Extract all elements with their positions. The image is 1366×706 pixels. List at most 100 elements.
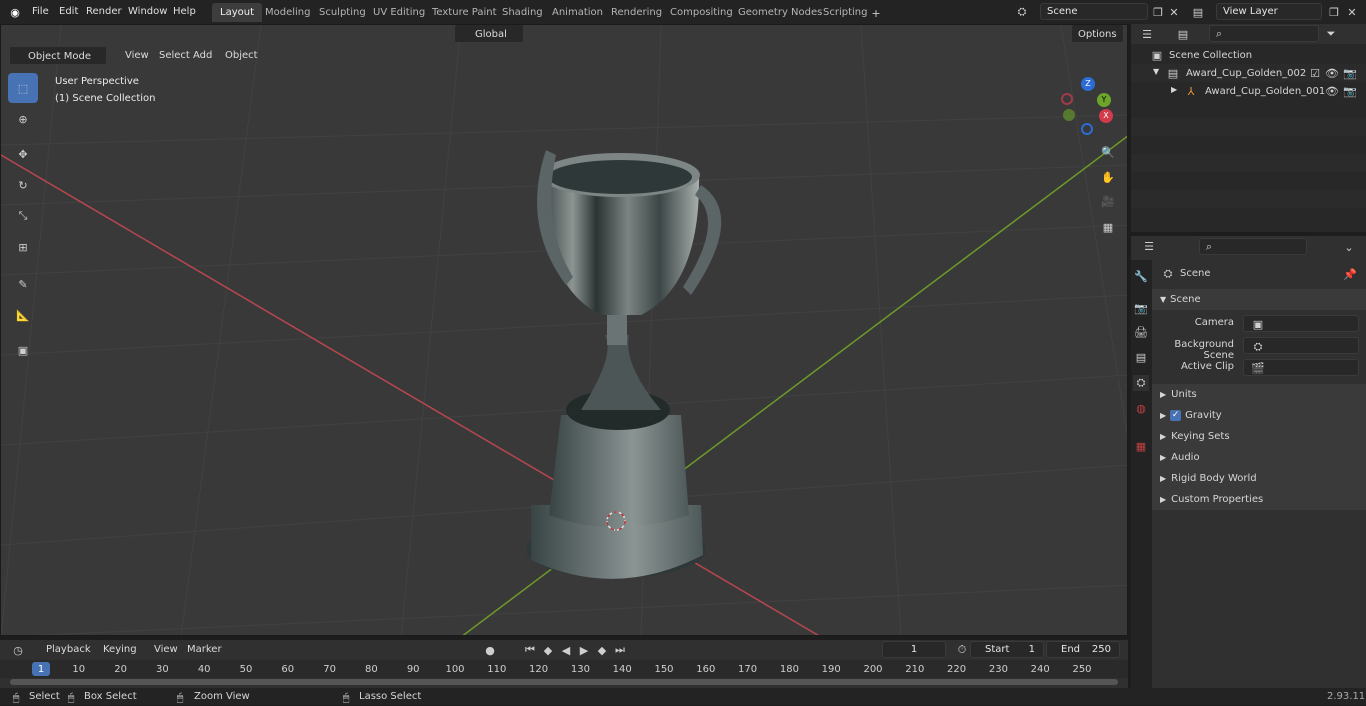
- gizmo-x-axis[interactable]: X: [1099, 109, 1113, 123]
- stopwatch-icon[interactable]: ⏱: [954, 642, 970, 658]
- view-layer-icon[interactable]: ▤: [1190, 4, 1206, 20]
- transform-orientation-dropdown[interactable]: Global: [454, 25, 524, 43]
- scene-selector-icon[interactable]: ⛭: [1014, 4, 1030, 20]
- next-keyframe-icon[interactable]: ◆: [594, 642, 610, 658]
- scale-tool[interactable]: ⤡: [8, 201, 38, 231]
- add-workspace-icon[interactable]: +: [868, 5, 884, 21]
- custom-properties-panel[interactable]: ▶ Custom Properties: [1152, 489, 1366, 510]
- zoom-icon[interactable]: 🔍: [1100, 144, 1116, 160]
- tool-tab-icon[interactable]: 🔧: [1133, 268, 1149, 284]
- 3d-viewport[interactable]: Object Mode View Select Add Object Globa…: [0, 24, 1128, 636]
- editor-type-icon[interactable]: ☰: [1139, 26, 1155, 42]
- playback-menu[interactable]: Playback: [40, 640, 97, 659]
- tab-rendering[interactable]: Rendering: [603, 3, 670, 22]
- eye-icon[interactable]: 👁: [1324, 83, 1340, 99]
- gizmo-z-axis[interactable]: Z: [1081, 77, 1095, 91]
- outliner-row[interactable]: ▼ ▤ Award_Cup_Golden_002 ☑ 👁 📷: [1131, 64, 1366, 82]
- object-mode-dropdown[interactable]: Object Mode: [9, 46, 107, 65]
- expand-arrow-icon[interactable]: ▶: [1171, 85, 1177, 94]
- add-cube-tool[interactable]: ▣: [8, 335, 38, 365]
- background-scene-field[interactable]: ⛭: [1243, 337, 1359, 354]
- chevron-down-icon[interactable]: ⌄: [1341, 239, 1357, 255]
- units-panel[interactable]: ▶ Units: [1152, 384, 1366, 405]
- scene-name-field[interactable]: Scene: [1040, 3, 1148, 20]
- tab-modeling[interactable]: Modeling: [257, 3, 319, 22]
- menu-window[interactable]: Window: [122, 3, 173, 21]
- current-frame-field[interactable]: 1: [882, 641, 946, 658]
- rotate-tool[interactable]: ↻: [8, 170, 38, 200]
- keying-sets-panel[interactable]: ▶ Keying Sets: [1152, 426, 1366, 447]
- gizmo-neg-y[interactable]: [1063, 109, 1075, 121]
- menu-render[interactable]: Render: [80, 3, 128, 21]
- cursor-tool[interactable]: ⊕: [8, 104, 38, 134]
- view-layer-field[interactable]: View Layer: [1216, 3, 1322, 20]
- scene-collection-label[interactable]: Scene Collection: [1169, 50, 1252, 61]
- tab-shading[interactable]: Shading: [494, 3, 551, 22]
- filter-icon[interactable]: ⏷: [1323, 26, 1339, 42]
- tab-animation[interactable]: Animation: [544, 3, 611, 22]
- move-tool[interactable]: ✥: [8, 139, 38, 169]
- new-view-layer-icon[interactable]: ❐: [1326, 4, 1342, 20]
- pin-icon[interactable]: 📌: [1342, 266, 1358, 282]
- display-mode-icon[interactable]: ▤: [1175, 26, 1191, 42]
- object-menu[interactable]: Object: [219, 46, 264, 65]
- texture-tab-icon[interactable]: ▦: [1133, 438, 1149, 454]
- options-dropdown[interactable]: Options: [1071, 25, 1124, 43]
- gravity-panel[interactable]: ▶ ✓ Gravity: [1152, 405, 1366, 426]
- audio-panel[interactable]: ▶ Audio: [1152, 447, 1366, 468]
- measure-tool[interactable]: 📐: [8, 300, 38, 330]
- pan-hand-icon[interactable]: ✋: [1100, 169, 1116, 185]
- tab-scripting[interactable]: Scripting: [815, 3, 875, 22]
- outliner-row[interactable]: ▶ ⅄ Award_Cup_Golden_001 👁 📷: [1131, 82, 1366, 100]
- keying-menu[interactable]: Keying: [97, 640, 143, 659]
- tab-compositing[interactable]: Compositing: [662, 3, 741, 22]
- prev-keyframe-icon[interactable]: ◆: [540, 642, 556, 658]
- timeline-view-menu[interactable]: View: [148, 640, 184, 659]
- gizmo-neg-x[interactable]: [1061, 93, 1073, 105]
- jump-end-icon[interactable]: ⏭: [612, 642, 628, 658]
- view-layer-tab-icon[interactable]: ▤: [1133, 349, 1149, 365]
- gizmo-y-axis[interactable]: Y: [1097, 93, 1111, 107]
- tab-texture-paint[interactable]: Texture Paint: [424, 3, 505, 22]
- transform-tool[interactable]: ⊞: [8, 232, 38, 262]
- editor-type-icon[interactable]: ☰: [1141, 238, 1157, 254]
- rigid-body-world-panel[interactable]: ▶ Rigid Body World: [1152, 468, 1366, 489]
- world-tab-icon[interactable]: ◍: [1133, 400, 1149, 416]
- scene-panel-header[interactable]: ▼ Scene: [1152, 289, 1366, 310]
- scene-tab-icon[interactable]: ⛭: [1133, 375, 1149, 391]
- output-tab-icon[interactable]: 🖨: [1133, 324, 1149, 340]
- new-scene-icon[interactable]: ❐: [1150, 4, 1166, 20]
- timeline-scrollbar[interactable]: [10, 679, 1118, 685]
- expand-arrow-icon[interactable]: ▼: [1153, 67, 1159, 76]
- camera-icon[interactable]: 📷: [1342, 65, 1358, 81]
- checkbox-icon[interactable]: ☑: [1307, 65, 1323, 81]
- play-icon[interactable]: ▶: [576, 642, 592, 658]
- camera-view-icon[interactable]: 🎥: [1100, 193, 1116, 209]
- annotate-tool[interactable]: ✎: [8, 269, 38, 299]
- camera-field[interactable]: ▣: [1243, 315, 1359, 332]
- navigation-gizmo[interactable]: Z Y X: [1061, 77, 1117, 135]
- editor-type-icon[interactable]: ◷: [10, 642, 26, 658]
- jump-start-icon[interactable]: ⏮: [522, 642, 538, 658]
- tab-layout[interactable]: Layout: [212, 3, 262, 22]
- delete-scene-icon[interactable]: ✕: [1166, 4, 1182, 20]
- view-menu[interactable]: View: [119, 46, 155, 65]
- play-reverse-icon[interactable]: ◀: [558, 642, 574, 658]
- start-frame-field[interactable]: Start 1: [970, 641, 1044, 658]
- ortho-grid-icon[interactable]: ▦: [1100, 219, 1116, 235]
- add-menu[interactable]: Add: [187, 46, 218, 65]
- select-box-tool[interactable]: ⬚: [8, 73, 38, 103]
- menu-help[interactable]: Help: [167, 3, 202, 21]
- gizmo-neg-z[interactable]: [1081, 123, 1093, 135]
- tab-uv-editing[interactable]: UV Editing: [365, 3, 433, 22]
- menu-file[interactable]: File: [26, 3, 55, 21]
- blender-logo-icon[interactable]: ◉: [7, 4, 23, 20]
- delete-view-layer-icon[interactable]: ✕: [1344, 4, 1360, 20]
- record-icon[interactable]: ●: [482, 642, 498, 658]
- camera-icon[interactable]: 📷: [1342, 83, 1358, 99]
- gravity-checkbox[interactable]: ✓: [1170, 409, 1182, 421]
- end-frame-field[interactable]: End 250: [1046, 641, 1120, 658]
- marker-menu[interactable]: Marker: [181, 640, 228, 659]
- render-tab-icon[interactable]: 📷: [1133, 300, 1149, 316]
- eye-icon[interactable]: 👁: [1324, 65, 1340, 81]
